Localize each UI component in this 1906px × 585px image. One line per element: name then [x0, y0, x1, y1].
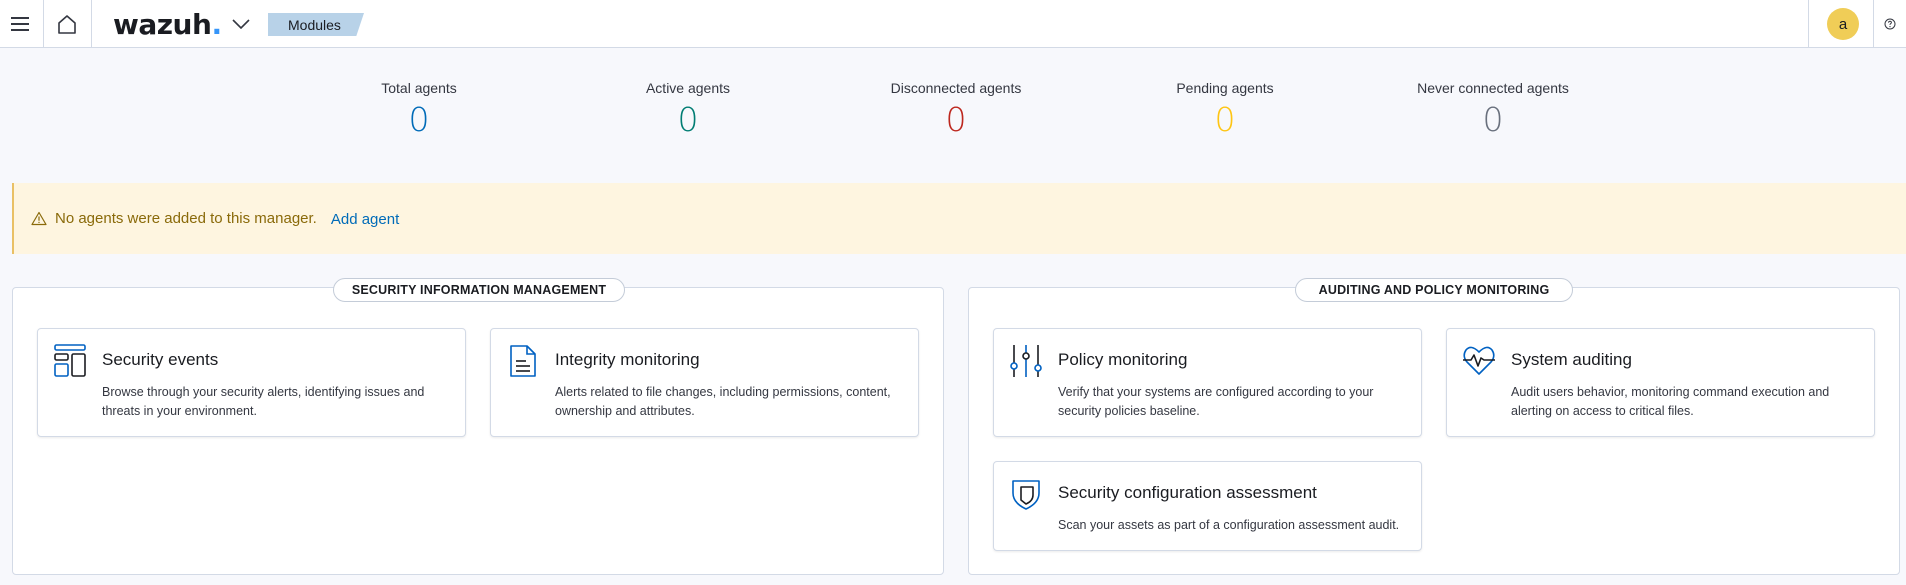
security-events-icon: [54, 344, 86, 377]
wazuh-logo[interactable]: wazuh.: [113, 8, 222, 41]
stat-value: 0: [677, 100, 699, 139]
top-header: wazuh. Modules a: [0, 0, 1906, 48]
security-information-management-panel: SECURITY INFORMATION MANAGEMENT Security…: [12, 278, 944, 575]
breadcrumb-modules[interactable]: Modules: [268, 13, 364, 36]
stat-disconnected-agents[interactable]: Disconnected agents 0: [856, 80, 1056, 139]
home-button[interactable]: [44, 0, 90, 48]
card-title: Security configuration assessment: [1058, 483, 1317, 502]
home-icon: [58, 15, 76, 34]
shield-icon: [1012, 480, 1040, 510]
stat-value: 0: [408, 100, 430, 139]
integrity-monitoring-card[interactable]: Integrity monitoring Alerts related to f…: [490, 328, 919, 437]
auditing-policy-monitoring-panel: AUDITING AND POLICY MONITORING Policy mo…: [968, 278, 1900, 575]
no-agents-callout: No agents were added to this manager. Ad…: [12, 183, 1906, 254]
chevron-down-icon: [232, 19, 250, 29]
stat-total-agents[interactable]: Total agents 0: [319, 80, 519, 139]
help-button[interactable]: [1880, 0, 1900, 48]
policy-monitoring-card[interactable]: Policy monitoring Verify that your syste…: [993, 328, 1422, 437]
stat-label: Pending agents: [1176, 80, 1274, 96]
card-title: Security events: [102, 350, 219, 369]
card-title: System auditing: [1511, 350, 1632, 369]
stat-active-agents[interactable]: Active agents 0: [588, 80, 788, 139]
heart-pulse-icon: [1463, 346, 1495, 375]
add-agent-link[interactable]: Add agent: [331, 211, 399, 228]
stat-label: Disconnected agents: [890, 80, 1022, 96]
card-title: Integrity monitoring: [555, 350, 700, 369]
stat-value: 0: [945, 100, 967, 139]
panel-title: AUDITING AND POLICY MONITORING: [1295, 278, 1573, 302]
card-description: Scan your assets as part of a configurat…: [1058, 518, 1400, 532]
warning-icon: [31, 211, 47, 226]
document-icon: [510, 345, 536, 377]
card-description: Audit users behavior, monitoring command…: [1511, 385, 1830, 418]
card-description: Alerts related to file changes, includin…: [555, 385, 891, 418]
callout-message: No agents were added to this manager.: [55, 210, 317, 227]
card-title: Policy monitoring: [1058, 350, 1188, 369]
stat-label: Active agents: [645, 80, 731, 96]
stat-pending-agents[interactable]: Pending agents 0: [1125, 80, 1325, 139]
card-description: Browse through your security alerts, ide…: [102, 385, 425, 418]
stat-label: Never connected agents: [1417, 80, 1569, 96]
stat-label: Total agents: [381, 80, 457, 96]
panel-title: SECURITY INFORMATION MANAGEMENT: [333, 278, 625, 302]
card-description: Verify that your systems are configured …: [1058, 385, 1374, 418]
stat-value: 0: [1482, 100, 1504, 139]
system-auditing-card[interactable]: System auditing Audit users behavior, mo…: [1446, 328, 1875, 437]
hamburger-icon: [11, 17, 29, 31]
app-switcher-button[interactable]: [228, 0, 254, 48]
help-icon: [1884, 18, 1896, 30]
security-configuration-assessment-card[interactable]: Security configuration assessment Scan y…: [993, 461, 1422, 551]
stat-never-connected-agents[interactable]: Never connected agents 0: [1393, 80, 1593, 139]
security-events-card[interactable]: Security events Browse through your secu…: [37, 328, 466, 437]
stat-value: 0: [1214, 100, 1236, 139]
menu-button[interactable]: [0, 0, 40, 48]
sliders-icon: [1010, 345, 1042, 377]
user-avatar[interactable]: a: [1827, 8, 1859, 40]
